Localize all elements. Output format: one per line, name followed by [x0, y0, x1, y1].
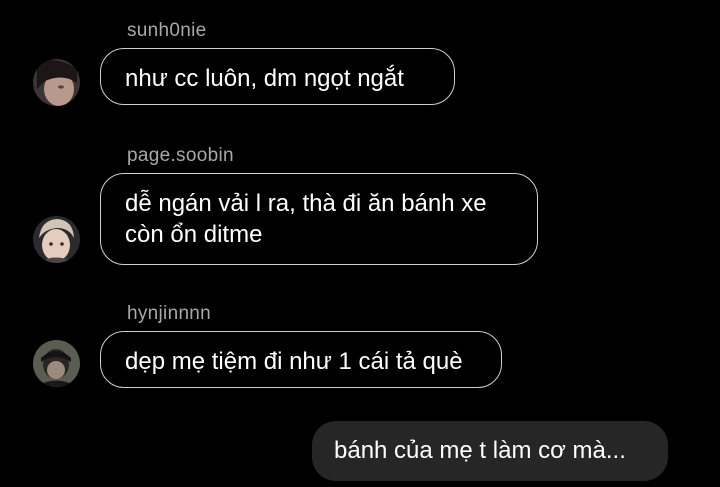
- avatar[interactable]: [33, 216, 80, 263]
- avatar[interactable]: [33, 340, 80, 387]
- outgoing-message-bubble[interactable]: bánh của mẹ t làm cơ mà...: [312, 421, 668, 481]
- user-avatar-icon: [33, 216, 80, 263]
- sender-name[interactable]: hynjinnnn: [127, 303, 211, 325]
- message-bubble[interactable]: như cc luôn, dm ngọt ngắt: [100, 48, 455, 105]
- message-bubble[interactable]: dễ ngán vải l ra, thà đi ăn bánh xe còn …: [100, 173, 538, 265]
- message-text: như cc luôn, dm ngọt ngắt: [125, 65, 404, 92]
- avatar[interactable]: [33, 59, 80, 106]
- user-avatar-icon: [33, 340, 80, 387]
- sender-name[interactable]: sunh0nie: [127, 20, 207, 42]
- user-avatar-icon: [33, 59, 80, 106]
- message-text-line: dễ ngán vải l ra, thà đi ăn bánh xe: [125, 190, 487, 217]
- message-text-line: còn ổn ditme: [125, 221, 263, 248]
- outgoing-message-text: bánh của mẹ t làm cơ mà...: [334, 437, 626, 464]
- sender-name[interactable]: page.soobin: [127, 145, 234, 167]
- message-bubble[interactable]: dẹp mẹ tiệm đi như 1 cái tả què: [100, 331, 502, 388]
- message-text: dẹp mẹ tiệm đi như 1 cái tả què: [125, 348, 463, 375]
